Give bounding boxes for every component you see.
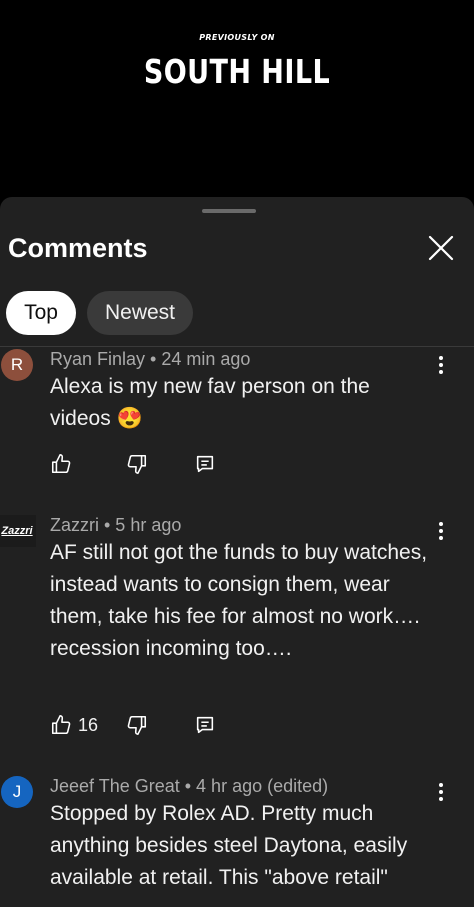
- reply-icon: [196, 455, 214, 473]
- dislike-button[interactable]: [126, 713, 148, 737]
- close-button[interactable]: [424, 231, 458, 265]
- video-kicker-text: PREVIOUSLY ON: [199, 33, 275, 42]
- more-vertical-icon: [439, 783, 443, 801]
- avatar[interactable]: J: [1, 776, 33, 808]
- thumbs-down-icon: [127, 715, 147, 735]
- more-button[interactable]: [430, 780, 452, 804]
- thumbs-up-icon: [51, 715, 71, 735]
- comment-text: Stopped by Rolex AD. Pretty much anythin…: [50, 802, 408, 889]
- comments-title: Comments: [8, 233, 148, 263]
- comments-sheet: Comments Top Newest R Ryan Finlay • 24 m…: [0, 197, 474, 907]
- dislike-button[interactable]: [126, 452, 148, 476]
- reply-icon: [196, 716, 214, 734]
- comment-text: Alexa is my new fav person on the videos…: [50, 375, 370, 430]
- filter-chip-label: Newest: [104, 301, 176, 324]
- reply-button[interactable]: [194, 713, 216, 737]
- avatar[interactable]: Zazzri: [0, 515, 36, 547]
- filter-chip-top[interactable]: Top: [6, 291, 76, 335]
- thumbs-up-icon: [51, 454, 71, 474]
- thumbs-down-icon: [127, 454, 147, 474]
- like-button[interactable]: 16: [50, 713, 98, 737]
- avatar-letter: R: [10, 355, 24, 374]
- comment-meta: Jeeef The Great • 4 hr ago (edited): [50, 776, 329, 796]
- close-icon: [428, 235, 454, 261]
- video-player[interactable]: PREVIOUSLY ON SOUTH HILL: [0, 0, 474, 197]
- filter-chip-label: Top: [24, 301, 58, 324]
- more-button[interactable]: [430, 353, 452, 377]
- avatar-logo-text: Zazzri: [1, 525, 33, 537]
- comment-text: AF still not got the funds to buy watche…: [50, 541, 428, 660]
- avatar-letter: J: [12, 782, 22, 801]
- video-title-text: SOUTH HILL: [143, 52, 331, 91]
- like-count: 16: [78, 714, 99, 735]
- comment-meta: Zazzri • 5 hr ago: [50, 515, 182, 535]
- comment-meta: Ryan Finlay • 24 min ago: [50, 349, 251, 369]
- filter-chip-newest[interactable]: Newest: [87, 291, 193, 335]
- drag-handle[interactable]: [202, 209, 256, 213]
- more-button[interactable]: [430, 519, 452, 543]
- more-vertical-icon: [439, 356, 443, 374]
- divider: [0, 346, 474, 347]
- more-vertical-icon: [439, 522, 443, 540]
- avatar[interactable]: R: [1, 349, 33, 381]
- like-button[interactable]: [50, 452, 78, 476]
- reply-button[interactable]: [194, 452, 216, 476]
